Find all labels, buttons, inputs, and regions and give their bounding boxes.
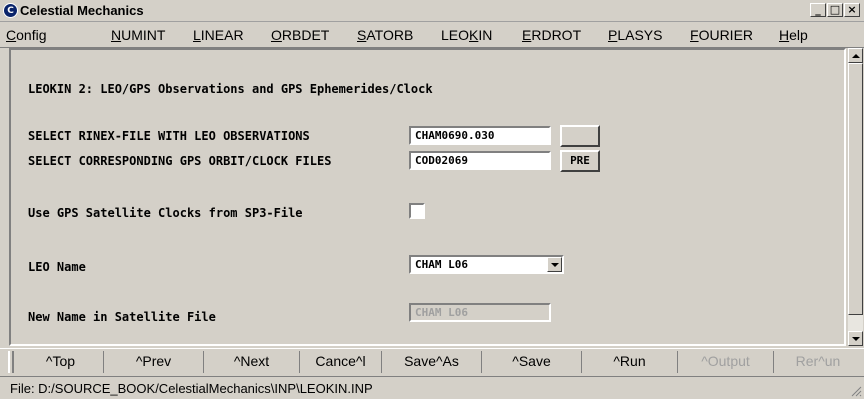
leo-name-select[interactable]: CHAM L06	[409, 255, 564, 274]
scroll-up-button[interactable]	[848, 48, 863, 63]
next-button[interactable]: ^Next	[204, 351, 300, 373]
sp3-clock-checkbox[interactable]	[409, 203, 425, 219]
run-button[interactable]: ^Run	[582, 351, 678, 373]
scroll-up-icon	[851, 53, 860, 58]
menu-label: ATORB	[366, 27, 414, 43]
cancel-button[interactable]: Cance^l	[300, 351, 382, 373]
window-controls: _ □ ×	[810, 3, 860, 17]
prev-button[interactable]: ^Prev	[104, 351, 204, 373]
menu-linear[interactable]: LINEAR	[193, 27, 244, 43]
new-name-field: CHAM L06	[409, 303, 551, 322]
toolbar-grip[interactable]	[8, 351, 14, 373]
menu-label: elp	[789, 27, 808, 43]
menu-accelerator: H	[779, 27, 790, 43]
command-bar: ^Top ^Prev ^Next Cance^l Save^As ^Save ^…	[0, 348, 864, 374]
rinex-file-field[interactable]: CHAM0690.030	[409, 126, 551, 145]
menu-accelerator: P	[608, 27, 618, 43]
panel-title: LEOKIN 2: LEO/GPS Observations and GPS E…	[28, 82, 433, 96]
menu-fourier[interactable]: FOURIER	[690, 27, 753, 43]
menu-accelerator: K	[469, 27, 479, 43]
status-file-path: File: D:/SOURCE_BOOK/CelestialMechanics\…	[10, 381, 373, 396]
menu-bar: Config NUMINT LINEAR ORBDET SATORB LEOKI…	[0, 22, 864, 48]
scroll-down-icon	[851, 336, 860, 341]
menu-accelerator: E	[522, 27, 532, 43]
menu-label: LASYS	[617, 27, 663, 43]
menu-label: INEAR	[200, 27, 244, 43]
scroll-thumb[interactable]	[848, 63, 863, 315]
menu-accelerator: N	[111, 27, 122, 43]
menu-config[interactable]: Config	[6, 27, 46, 43]
menu-erdrot[interactable]: ERDROT	[522, 27, 581, 43]
orbit-file-field[interactable]: COD02069	[409, 151, 551, 170]
title-bar[interactable]: C Celestial Mechanics _ □ ×	[0, 0, 864, 22]
vertical-scrollbar[interactable]	[848, 48, 863, 346]
status-bar: File: D:/SOURCE_BOOK/CelestialMechanics\…	[0, 376, 864, 399]
rinex-browse-button[interactable]	[560, 125, 600, 147]
menu-plasys[interactable]: PLASYS	[608, 27, 662, 43]
leo-name-value: CHAM L06	[415, 258, 468, 271]
menu-satorb[interactable]: SATORB	[357, 27, 413, 43]
menu-help[interactable]: Help	[779, 27, 808, 43]
menu-label: LEO	[441, 27, 470, 43]
clock-label: Use GPS Satellite Clocks from SP3-File	[28, 206, 303, 220]
menu-leokin[interactable]: LEOKIN	[441, 27, 492, 43]
menu-label: IN	[478, 27, 493, 43]
maximize-button[interactable]: □	[827, 3, 843, 17]
menu-accelerator: L	[193, 27, 201, 43]
resize-grip-icon[interactable]	[850, 385, 862, 397]
menu-label: UMINT	[121, 27, 166, 43]
app-icon[interactable]: C	[3, 3, 18, 18]
orbit-label: SELECT CORRESPONDING GPS ORBIT/CLOCK FIL…	[28, 154, 332, 168]
menu-label: RDROT	[531, 27, 582, 43]
menu-label: OURIER	[698, 27, 754, 43]
menu-orbdet[interactable]: ORBDET	[271, 27, 329, 43]
scroll-down-button[interactable]	[848, 331, 863, 346]
save-button[interactable]: ^Save	[482, 351, 582, 373]
menu-accelerator: O	[271, 27, 282, 43]
menu-numint[interactable]: NUMINT	[111, 27, 165, 43]
save-as-button[interactable]: Save^As	[382, 351, 482, 373]
pre-button[interactable]: PRE	[560, 150, 600, 172]
minimize-button[interactable]: _	[810, 3, 826, 17]
rinex-label: SELECT RINEX-FILE WITH LEO OBSERVATIONS	[28, 129, 310, 143]
window-title: Celestial Mechanics	[20, 3, 144, 18]
input-panel: LEOKIN 2: LEO/GPS Observations and GPS E…	[9, 48, 846, 346]
new-name-label: New Name in Satellite File	[28, 310, 216, 324]
menu-accelerator: C	[6, 27, 17, 43]
rerun-button: Rer^un	[795, 353, 841, 369]
menu-label: onfig	[16, 27, 47, 43]
menu-accelerator: S	[357, 27, 367, 43]
menu-accelerator: F	[690, 27, 699, 43]
output-button: ^Output	[678, 351, 774, 373]
dropdown-arrow-icon[interactable]	[547, 257, 562, 272]
top-button[interactable]: ^Top	[18, 351, 104, 373]
menu-label: RBDET	[281, 27, 330, 43]
close-button[interactable]: ×	[844, 3, 860, 17]
leo-name-label: LEO Name	[28, 260, 86, 274]
